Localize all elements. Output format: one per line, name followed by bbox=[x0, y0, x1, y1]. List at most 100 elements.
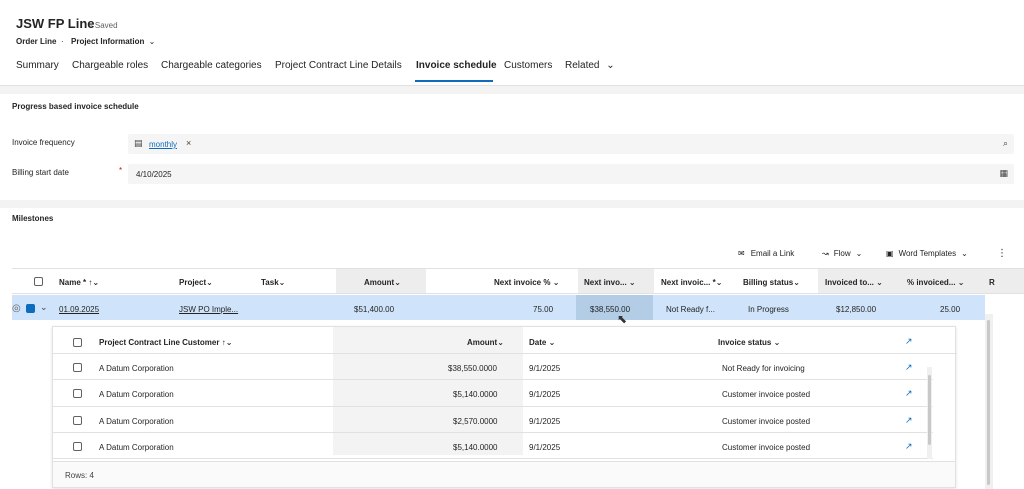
billing-status-cell: In Progress bbox=[748, 305, 789, 314]
tab-chargeable-roles[interactable]: Chargeable roles bbox=[72, 60, 148, 71]
column-label: Name * bbox=[59, 278, 87, 287]
amount-cell: $38,550.0000 bbox=[448, 364, 497, 373]
breadcrumb-separator: · bbox=[61, 37, 64, 46]
word-templates-button[interactable]: ▣ Word Templates ⌄ bbox=[886, 249, 968, 258]
chevron-down-icon: ⌄ bbox=[148, 37, 156, 46]
open-record-icon[interactable]: ↗ bbox=[905, 416, 913, 425]
tab-invoice-schedule[interactable]: Invoice schedule bbox=[416, 60, 497, 71]
column-billing-status[interactable]: Billing status⌄ bbox=[743, 278, 800, 287]
form-header: JSW FP Line - Saved Order Line · Project… bbox=[0, 0, 1024, 86]
invoice-frequency-label: Invoice frequency bbox=[12, 138, 75, 147]
word-templates-label: Word Templates bbox=[898, 249, 957, 258]
tab-related[interactable]: Related ⌄ bbox=[565, 60, 615, 71]
subgrid-column-customer[interactable]: Project Contract Line Customer ↑⌄ bbox=[99, 338, 232, 347]
customer-link[interactable]: A Datum Corporation bbox=[99, 364, 174, 373]
row-checkbox[interactable] bbox=[73, 442, 82, 451]
tab-project-contract-line-details[interactable]: Project Contract Line Details bbox=[275, 60, 402, 71]
column-pct-invoiced[interactable]: % invoiced... ⌄ bbox=[907, 278, 964, 287]
billing-start-field[interactable]: 4/10/2025 ▦ bbox=[128, 164, 1014, 184]
invoice-frequency-field[interactable]: ▤ monthly × ⌕ bbox=[128, 134, 1014, 154]
subgrid-column-amount[interactable]: Amount⌄ bbox=[467, 338, 504, 347]
save-status: - Saved bbox=[90, 21, 118, 30]
column-label: Project bbox=[179, 278, 207, 287]
subgrid: Project Contract Line Customer ↑⌄ Amount… bbox=[52, 326, 957, 488]
subgrid-scrollbar[interactable] bbox=[927, 367, 932, 459]
email-icon: ✉ bbox=[738, 249, 745, 258]
milestone-name-link[interactable]: 01.09.2025 bbox=[59, 305, 99, 314]
tab-chargeable-categories[interactable]: Chargeable categories bbox=[161, 60, 262, 71]
chevron-down-icon: ⌄ bbox=[715, 278, 723, 287]
open-record-icon[interactable]: ↗ bbox=[905, 363, 913, 372]
entity-name: Order Line bbox=[16, 37, 57, 46]
column-name[interactable]: Name * ↑⌄ bbox=[59, 278, 99, 287]
chevron-down-icon[interactable]: ⌄ bbox=[40, 303, 48, 312]
invoice-frequency-value[interactable]: monthly bbox=[149, 140, 177, 149]
table-row[interactable]: A Datum Corporation $38,550.0000 9/1/202… bbox=[53, 354, 933, 380]
scrollbar-thumb[interactable] bbox=[928, 375, 931, 445]
pct-invoiced-cell: 25.00 bbox=[940, 305, 961, 314]
section-title: Progress based invoice schedule bbox=[12, 102, 139, 111]
column-invoiced-to[interactable]: Invoiced to... ⌄ bbox=[825, 278, 883, 287]
column-label: Next invoice % bbox=[494, 278, 551, 287]
open-record-icon[interactable]: ↗ bbox=[905, 337, 913, 346]
table-row[interactable]: A Datum Corporation $5,140.0000 9/1/2025… bbox=[53, 380, 933, 407]
customer-link[interactable]: A Datum Corporation bbox=[99, 390, 174, 399]
invoice-status-cell: Not Ready for invoicing bbox=[722, 364, 805, 373]
next-invoice-pct-cell: 75.00 bbox=[533, 305, 554, 314]
customer-link[interactable]: A Datum Corporation bbox=[99, 443, 174, 452]
chevron-down-icon: ⌄ bbox=[628, 278, 636, 287]
sort-ascending-icon: ↑⌄ bbox=[88, 278, 100, 287]
active-tab-indicator bbox=[415, 80, 493, 82]
close-icon[interactable]: × bbox=[186, 139, 191, 148]
flow-button[interactable]: ↝ Flow ⌄ bbox=[822, 249, 862, 258]
column-next-invoice-status[interactable]: Next invoic... *⌄ bbox=[661, 278, 722, 287]
email-link-label: Email a Link bbox=[750, 249, 795, 258]
select-all-checkbox[interactable] bbox=[34, 277, 43, 286]
more-icon[interactable]: ⋮ bbox=[997, 248, 1007, 259]
mouse-cursor-icon: ⬉ bbox=[617, 312, 628, 326]
open-record-icon[interactable]: ↗ bbox=[905, 442, 913, 451]
column-label: Project Contract Line Customer bbox=[99, 338, 220, 347]
next-invoice-status-cell: Not Ready f... bbox=[666, 305, 715, 314]
grid-header: Name * ↑⌄ Project⌄ Task⌄ Amount⌄ Next in… bbox=[12, 268, 1024, 294]
chevron-down-icon: ⌄ bbox=[961, 249, 968, 258]
row-checkbox[interactable] bbox=[73, 363, 82, 372]
subgrid-column-invoice-status[interactable]: Invoice status ⌄ bbox=[718, 338, 780, 347]
form-selector[interactable]: Project Information ⌄ bbox=[71, 37, 155, 46]
flow-icon: ↝ bbox=[822, 249, 829, 258]
column-r[interactable]: R bbox=[989, 278, 995, 287]
progress-section: Progress based invoice schedule Invoice … bbox=[0, 94, 1024, 200]
word-icon: ▣ bbox=[886, 249, 894, 258]
column-project[interactable]: Project⌄ bbox=[179, 278, 213, 287]
customer-link[interactable]: A Datum Corporation bbox=[99, 417, 174, 426]
column-label: Date bbox=[529, 338, 547, 347]
invoice-status-cell: Customer invoice posted bbox=[722, 417, 811, 426]
column-next-invoice-amount[interactable]: Next invo... ⌄ bbox=[584, 278, 636, 287]
search-icon[interactable]: ⌕ bbox=[1003, 139, 1008, 148]
sort-ascending-icon: ↑⌄ bbox=[221, 338, 233, 347]
row-checkbox[interactable] bbox=[26, 304, 35, 313]
table-row[interactable]: A Datum Corporation $5,140.0000 9/1/2025… bbox=[53, 433, 933, 459]
row-checkbox[interactable] bbox=[73, 416, 82, 425]
chevron-down-icon: ⌄ bbox=[497, 338, 504, 347]
amount-cell: $5,140.0000 bbox=[453, 443, 498, 452]
check-circle-icon[interactable]: ◎ bbox=[12, 304, 21, 314]
column-task[interactable]: Task⌄ bbox=[261, 278, 285, 287]
email-link-button[interactable]: ✉ Email a Link bbox=[738, 249, 794, 258]
tab-summary[interactable]: Summary bbox=[16, 60, 59, 71]
project-link[interactable]: JSW PO Imple... bbox=[179, 305, 238, 314]
subgrid-column-date[interactable]: Date ⌄ bbox=[529, 338, 555, 347]
table-row[interactable]: ◎ ⌄ 01.09.2025 JSW PO Imple... $51,400.0… bbox=[0, 294, 1024, 320]
subgrid-select-all-checkbox[interactable] bbox=[73, 338, 82, 347]
column-next-invoice-pct[interactable]: Next invoice % ⌄ bbox=[494, 278, 559, 287]
record-title: JSW FP Line bbox=[16, 16, 95, 31]
scrollbar-thumb[interactable] bbox=[987, 320, 990, 485]
table-row[interactable]: A Datum Corporation $2,570.0000 9/1/2025… bbox=[53, 407, 933, 433]
open-record-icon[interactable]: ↗ bbox=[905, 389, 913, 398]
row-checkbox[interactable] bbox=[73, 389, 82, 398]
column-amount[interactable]: Amount⌄ bbox=[364, 278, 401, 287]
grid-scrollbar[interactable] bbox=[985, 314, 993, 489]
tab-customers[interactable]: Customers bbox=[504, 60, 552, 71]
form-selector-label: Project Information bbox=[71, 37, 145, 46]
calendar-icon[interactable]: ▦ bbox=[999, 169, 1008, 178]
